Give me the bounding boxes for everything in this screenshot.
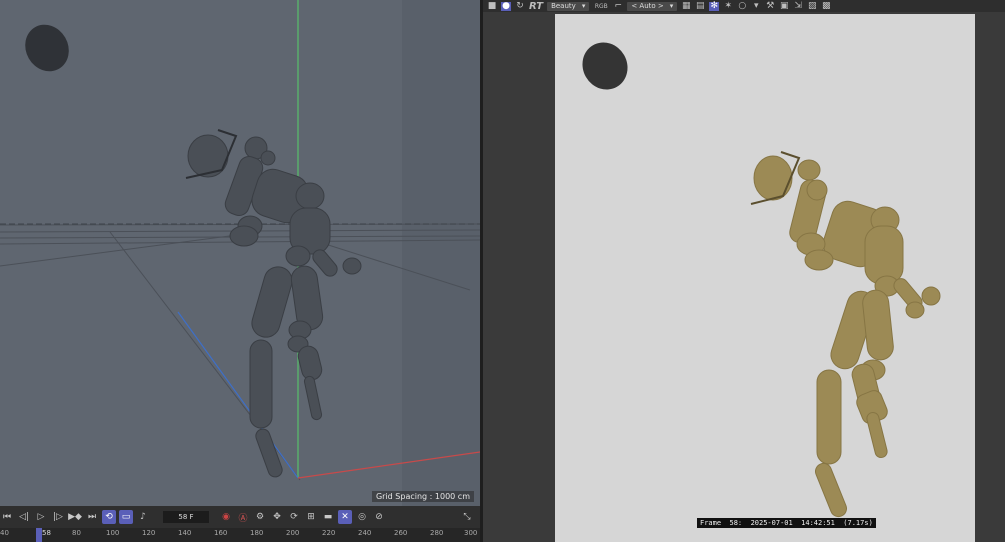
figure-object[interactable] bbox=[187, 134, 362, 479]
autokey-icon[interactable]: Ⓐ bbox=[236, 510, 250, 524]
refresh-icon[interactable]: ↻ bbox=[515, 1, 525, 11]
tick-label: 80 bbox=[72, 529, 81, 537]
key-settings-icon[interactable]: ⚙ bbox=[253, 510, 267, 524]
sphere-object[interactable] bbox=[17, 17, 77, 80]
pass-select-value: Beauty bbox=[551, 1, 576, 10]
auto-select-value: < Auto > bbox=[631, 1, 664, 10]
rt-label[interactable]: RT bbox=[529, 1, 543, 12]
previous-key-icon[interactable]: ◁| bbox=[17, 510, 31, 524]
x-axis-line bbox=[297, 451, 480, 479]
go-to-end-icon[interactable]: ⏭ bbox=[85, 510, 99, 524]
rotate-icon[interactable]: ⟳ bbox=[287, 510, 301, 524]
rendered-figure bbox=[753, 155, 941, 518]
render-canvas[interactable]: Frame 58: 2025-07-01 14:42:51 (7.17s) bbox=[555, 14, 975, 542]
tick-label: 100 bbox=[106, 529, 120, 537]
pla-icon[interactable]: ✕ bbox=[338, 510, 352, 524]
param-icon[interactable]: ▬ bbox=[321, 510, 335, 524]
crop-icon[interactable]: ⌐ bbox=[613, 1, 623, 11]
transport-bar: ⏮ ◁| ▷ |▷ ▶◆ ⏭ ⟲ ▭ ♪ 58 F ◉ Ⓐ ⚙ ✥ ⟳ ⊞ ▬ … bbox=[0, 506, 480, 528]
chevron-down-icon: ▾ bbox=[581, 1, 586, 10]
render-view: ■ ● ↻ RT Beauty ▾ RGB ⌐ < Auto > ▾ ▦ ▤ ✻ ✶… bbox=[483, 0, 1005, 542]
snowflake-icon[interactable]: ✻ bbox=[709, 1, 720, 11]
sun-icon[interactable]: ✶ bbox=[723, 1, 733, 11]
tick-label: 120 bbox=[142, 529, 156, 537]
tick-label: 40 bbox=[0, 529, 9, 537]
tick-label: 260 bbox=[394, 529, 408, 537]
z-axis-line bbox=[177, 311, 299, 479]
record-icon[interactable]: ◉ bbox=[219, 510, 233, 524]
layout-icon[interactable]: ▤ bbox=[695, 1, 705, 11]
tick-label: 180 bbox=[250, 529, 264, 537]
render-scene bbox=[582, 42, 941, 518]
tick-label: 160 bbox=[214, 529, 228, 537]
tick-label: 200 bbox=[286, 529, 300, 537]
timeline-ruler[interactable]: 40 58 80 100 120 140 160 180 200 220 240… bbox=[0, 528, 480, 542]
chevron-down-icon: ▾ bbox=[669, 1, 674, 10]
grid-spacing-label: Grid Spacing : 1000 cm bbox=[371, 491, 474, 502]
square-icon[interactable]: ■ bbox=[487, 1, 497, 11]
loop-icon[interactable]: ⟲ bbox=[102, 510, 116, 524]
frame-field[interactable]: 58 F bbox=[163, 511, 209, 523]
render-toolbar: ■ ● ↻ RT Beauty ▾ RGB ⌐ < Auto > ▾ ▦ ▤ ✻ ✶… bbox=[483, 0, 1005, 12]
auto-select[interactable]: < Auto > ▾ bbox=[627, 1, 678, 11]
go-to-start-icon[interactable]: ⏮ bbox=[0, 510, 14, 524]
tick-label: 280 bbox=[430, 529, 444, 537]
viewport-scene bbox=[0, 0, 480, 481]
curve-icon[interactable]: ⤡ bbox=[460, 510, 474, 524]
scale-icon[interactable]: ⊞ bbox=[304, 510, 318, 524]
preview-range-icon[interactable]: ▭ bbox=[119, 510, 133, 524]
dope-icon[interactable]: ⊘ bbox=[372, 510, 386, 524]
tick-label: 240 bbox=[358, 529, 372, 537]
window-icon[interactable]: ▣ bbox=[779, 1, 789, 11]
circle-icon[interactable]: ○ bbox=[737, 1, 747, 11]
tick-label: 300 bbox=[464, 529, 478, 537]
3d-viewport[interactable]: Grid Spacing : 1000 cm bbox=[0, 0, 480, 506]
sound-icon[interactable]: ♪ bbox=[136, 510, 150, 524]
next-frame-icon[interactable]: ▶◆ bbox=[68, 510, 82, 524]
next-key-icon[interactable]: |▷ bbox=[51, 510, 65, 524]
tick-label: 140 bbox=[178, 529, 192, 537]
tools-icon[interactable]: ⚒ bbox=[765, 1, 775, 11]
move-icon[interactable]: ✥ bbox=[270, 510, 284, 524]
image-icon[interactable]: ▨ bbox=[807, 1, 817, 11]
grid-icon[interactable]: ▦ bbox=[681, 1, 691, 11]
tick-label-current: 58 bbox=[42, 529, 51, 537]
tick-label: 220 bbox=[322, 529, 336, 537]
play-icon[interactable]: ▷ bbox=[34, 510, 48, 524]
chevron-down-icon[interactable]: ▾ bbox=[751, 1, 761, 11]
export-icon[interactable]: ⇲ bbox=[793, 1, 803, 11]
pass-select[interactable]: Beauty ▾ bbox=[547, 1, 590, 11]
floor-grid bbox=[0, 223, 480, 481]
render-icon[interactable]: ● bbox=[501, 1, 511, 11]
rendered-sphere bbox=[582, 42, 628, 90]
save-icon[interactable]: ▩ bbox=[821, 1, 831, 11]
channel-icon[interactable]: RGB bbox=[593, 2, 609, 11]
frame-caption: Frame 58: 2025-07-01 14:42:51 (7.17s) bbox=[697, 518, 876, 528]
keyframe-icon[interactable]: ◎ bbox=[355, 510, 369, 524]
